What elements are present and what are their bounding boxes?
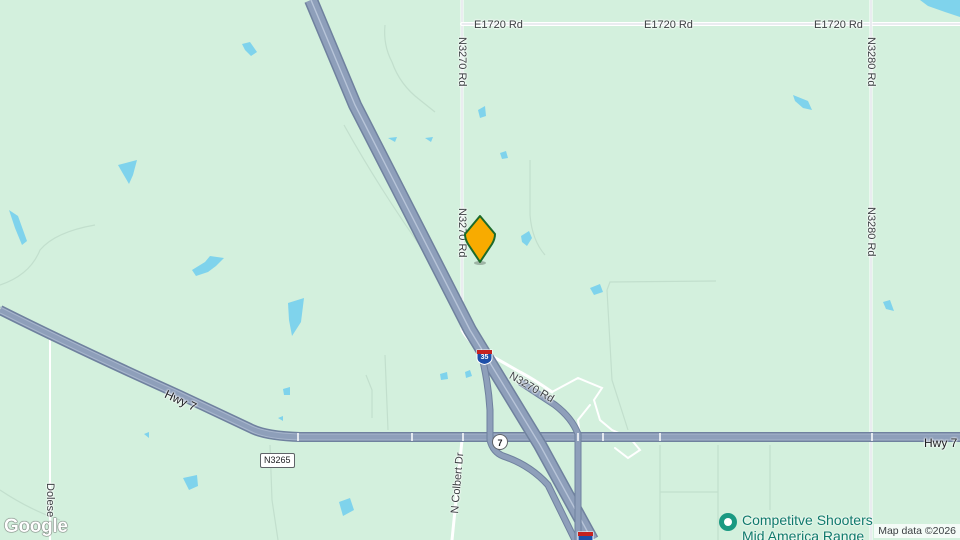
minor-tracks: [0, 24, 771, 540]
interstate-35-road: [304, 0, 599, 540]
road-label-e1720: E1720 Rd: [474, 19, 523, 31]
location-pin-icon[interactable]: [462, 214, 498, 268]
road-label-dolese: Dolese: [44, 483, 56, 518]
map-layers: [0, 0, 960, 540]
interstate-shield-icon: [577, 531, 594, 540]
road-label-e1720: E1720 Rd: [814, 19, 863, 31]
hwy-7-road: [0, 305, 960, 442]
green-pin-icon: [719, 513, 737, 531]
road-label-e1720: E1720 Rd: [644, 19, 693, 31]
google-logo: Google: [4, 516, 68, 537]
poi-name-line1: Competitve Shooters: [742, 512, 873, 528]
poi-name-line2: Mid America Range: [742, 528, 865, 540]
interstate-shield-icon: 35: [476, 349, 493, 365]
county-road-shield: N3265: [260, 453, 295, 468]
state-route-shield: 7: [492, 434, 508, 450]
road-label-n3270: N3270 Rd: [456, 37, 468, 87]
road-label-n3280: N3280 Rd: [865, 37, 877, 87]
map-canvas[interactable]: E1720 Rd E1720 Rd E1720 Rd N3270 Rd N327…: [0, 0, 960, 540]
map-attribution[interactable]: Map data ©2026: [874, 524, 960, 538]
interstate-shield-number: 35: [480, 354, 489, 361]
road-label-hwy-7: Hwy 7: [924, 436, 958, 450]
road-label-n3280: N3280 Rd: [865, 207, 877, 257]
